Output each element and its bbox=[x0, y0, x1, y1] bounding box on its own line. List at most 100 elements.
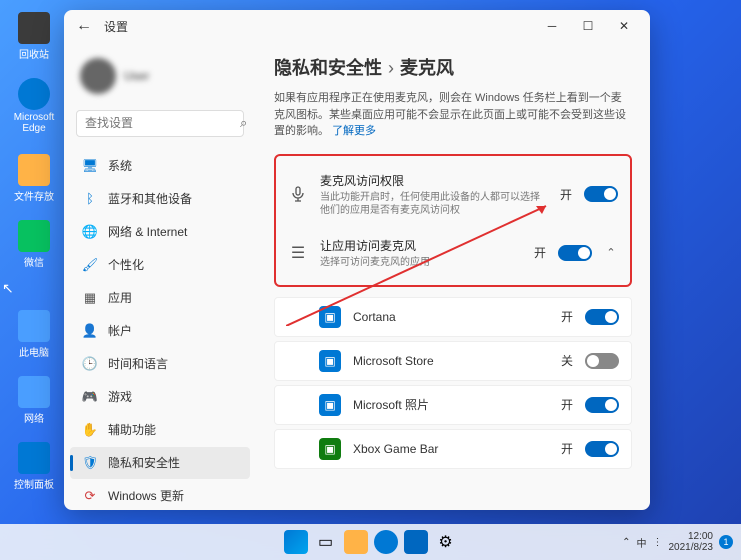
content-pane: 隐私和安全性›麦克风 如果有应用程序正在使用麦克风，则会在 Windows 任务… bbox=[256, 42, 650, 510]
app-icon: ▣ bbox=[319, 394, 341, 416]
close-button[interactable]: ✕ bbox=[606, 12, 642, 40]
mic-icon bbox=[288, 184, 308, 204]
app-name: Xbox Game Bar bbox=[353, 442, 549, 456]
app-toggle[interactable] bbox=[585, 397, 619, 413]
mic-access-title: 麦克风访问权限 bbox=[320, 172, 548, 189]
sidebar-item-7[interactable]: 🎮游戏 bbox=[70, 381, 250, 413]
settings-window: ← 设置 ─ ☐ ✕ User ⌕ 🖥 系统 ᛒ 蓝牙和其他设备 🌐 网络 & Inter… bbox=[64, 10, 650, 510]
settings-taskbar-button[interactable]: ⚙ bbox=[434, 530, 458, 554]
nav-icon: ᛒ bbox=[82, 191, 98, 207]
app-row-3[interactable]: ▣Xbox Game Bar开 bbox=[274, 429, 632, 469]
sidebar-item-label: 系统 bbox=[108, 157, 132, 174]
ime-indicator[interactable]: 中 bbox=[637, 535, 647, 550]
mic-access-toggle[interactable] bbox=[584, 186, 618, 202]
nav-icon: ✋ bbox=[82, 422, 98, 438]
breadcrumb-current: 麦克风 bbox=[400, 58, 454, 78]
sidebar-item-label: 蓝牙和其他设备 bbox=[108, 190, 192, 207]
search-input[interactable] bbox=[85, 116, 240, 130]
sidebar-item-8[interactable]: ✋辅助功能 bbox=[70, 414, 250, 446]
sidebar-item-3[interactable]: 🖌 个性化 bbox=[70, 249, 250, 281]
desktop-icon-thispc[interactable]: 此电脑 bbox=[8, 310, 60, 359]
sidebar-item-1[interactable]: ᛒ 蓝牙和其他设备 bbox=[70, 183, 250, 215]
chevron-up-icon[interactable]: ⌃ bbox=[604, 246, 618, 259]
notification-badge[interactable]: 1 bbox=[719, 535, 733, 549]
app-access-toggle[interactable] bbox=[558, 245, 592, 261]
sidebar-item-4[interactable]: ▦应用 bbox=[70, 282, 250, 314]
explorer-button[interactable] bbox=[344, 530, 368, 554]
app-icon: ▣ bbox=[319, 306, 341, 328]
nav-icon: ⟳ bbox=[82, 488, 98, 502]
sidebar-item-10[interactable]: ⟳ Windows 更新 bbox=[70, 480, 250, 502]
app-name: Microsoft 照片 bbox=[353, 396, 549, 413]
nav-icon: 🌐 bbox=[82, 224, 98, 240]
highlight-box: 麦克风访问权限 当此功能开启时，任何使用此设备的人都可以选择他们的应用是否有麦克… bbox=[274, 154, 632, 287]
edge-taskbar-button[interactable] bbox=[374, 530, 398, 554]
maximize-button[interactable]: ☐ bbox=[570, 12, 606, 40]
desktop-icon-wechat[interactable]: 微信 bbox=[8, 220, 60, 269]
search-icon: ⌕ bbox=[240, 115, 247, 131]
clock[interactable]: 12:00 2021/8/23 bbox=[669, 531, 714, 553]
mic-access-sub: 当此功能开启时，任何使用此设备的人都可以选择他们的应用是否有麦克风访问权 bbox=[320, 191, 548, 217]
app-row-2[interactable]: ▣Microsoft 照片开 bbox=[274, 385, 632, 425]
minimize-button[interactable]: ─ bbox=[534, 12, 570, 40]
sidebar-item-label: Windows 更新 bbox=[108, 487, 184, 502]
nav-icon: 🖌 bbox=[82, 257, 98, 273]
sidebar: User ⌕ 🖥系统ᛒ蓝牙和其他设备🌐网络 & Internet🖌个性化▦应用👤… bbox=[64, 42, 256, 510]
app-list: ▣Cortana开▣Microsoft Store关▣Microsoft 照片开… bbox=[274, 297, 632, 469]
description: 如果有应用程序正在使用麦克风，则会在 Windows 任务栏上看到一个麦克风图标… bbox=[274, 90, 632, 140]
list-icon: ☰ bbox=[288, 243, 308, 263]
user-section[interactable]: User bbox=[64, 50, 256, 106]
cursor-icon: ↖ bbox=[2, 280, 14, 297]
sidebar-item-label: 个性化 bbox=[108, 256, 144, 273]
app-state: 关 bbox=[561, 352, 573, 369]
app-icon: ▣ bbox=[319, 350, 341, 372]
app-toggle[interactable] bbox=[585, 441, 619, 457]
learn-more-link[interactable]: 了解更多 bbox=[332, 125, 376, 137]
desktop-icon-folder[interactable]: 文件存放 bbox=[8, 154, 60, 203]
tray: ⌃ 中 ⋮ 12:00 2021/8/23 1 bbox=[622, 531, 733, 553]
start-button[interactable] bbox=[284, 530, 308, 554]
desktop-icon-network[interactable]: 网络 bbox=[8, 376, 60, 425]
app-name: Microsoft Store bbox=[353, 354, 549, 368]
app-toggle[interactable] bbox=[585, 309, 619, 325]
sidebar-item-label: 隐私和安全性 bbox=[108, 454, 180, 471]
app-access-title: 让应用访问麦克风 bbox=[320, 237, 522, 254]
app-icon: ▣ bbox=[319, 438, 341, 460]
taskbar: ▭ ⚙ ⌃ 中 ⋮ 12:00 2021/8/23 1 bbox=[0, 524, 741, 560]
desktop-icon-recycle[interactable]: 回收站 bbox=[8, 12, 60, 61]
sidebar-item-label: 网络 & Internet bbox=[108, 223, 187, 240]
nav-icon: 🖥 bbox=[82, 158, 98, 174]
search-box[interactable]: ⌕ bbox=[76, 110, 244, 137]
desktop-icon-edge[interactable]: Microsoft Edge bbox=[8, 78, 60, 134]
taskview-button[interactable]: ▭ bbox=[314, 530, 338, 554]
sidebar-item-label: 时间和语言 bbox=[108, 355, 168, 372]
titlebar: ← 设置 ─ ☐ ✕ bbox=[64, 10, 650, 42]
breadcrumb-parent[interactable]: 隐私和安全性 bbox=[274, 58, 382, 78]
tray-chevron-icon[interactable]: ⌃ bbox=[622, 537, 630, 548]
avatar bbox=[80, 58, 116, 94]
back-button[interactable]: ← bbox=[72, 14, 96, 38]
app-state: 开 bbox=[561, 308, 573, 325]
app-access-sub: 选择可访问麦克风的应用 bbox=[320, 256, 522, 269]
sidebar-item-2[interactable]: 🌐 网络 & Internet bbox=[70, 216, 250, 248]
nav-icon: 🛡 bbox=[82, 455, 98, 471]
nav-icon: 👤 bbox=[82, 323, 98, 339]
app-row-1[interactable]: ▣ Microsoft Store 关 bbox=[274, 341, 632, 381]
sidebar-item-0[interactable]: 🖥 系统 bbox=[70, 150, 250, 182]
store-button[interactable] bbox=[404, 530, 428, 554]
desktop-icon-controlpanel[interactable]: 控制面板 bbox=[8, 442, 60, 491]
sidebar-item-5[interactable]: 👤帐户 bbox=[70, 315, 250, 347]
mic-access-row[interactable]: 麦克风访问权限 当此功能开启时，任何使用此设备的人都可以选择他们的应用是否有麦克… bbox=[276, 162, 630, 227]
mic-access-state: 开 bbox=[560, 186, 572, 203]
sidebar-item-label: 应用 bbox=[108, 289, 132, 306]
sidebar-item-label: 游戏 bbox=[108, 388, 132, 405]
sidebar-item-9[interactable]: 🛡 隐私和安全性 bbox=[70, 447, 250, 479]
app-row-0[interactable]: ▣Cortana开 bbox=[274, 297, 632, 337]
window-title: 设置 bbox=[104, 18, 128, 35]
app-toggle[interactable] bbox=[585, 353, 619, 369]
user-info: User bbox=[124, 69, 149, 83]
breadcrumb: 隐私和安全性›麦克风 bbox=[274, 54, 632, 80]
app-access-row[interactable]: ☰ 让应用访问麦克风 选择可访问麦克风的应用 开 ⌃ bbox=[276, 227, 630, 279]
sidebar-item-6[interactable]: 🕒时间和语言 bbox=[70, 348, 250, 380]
wifi-icon[interactable]: ⋮ bbox=[653, 537, 663, 548]
